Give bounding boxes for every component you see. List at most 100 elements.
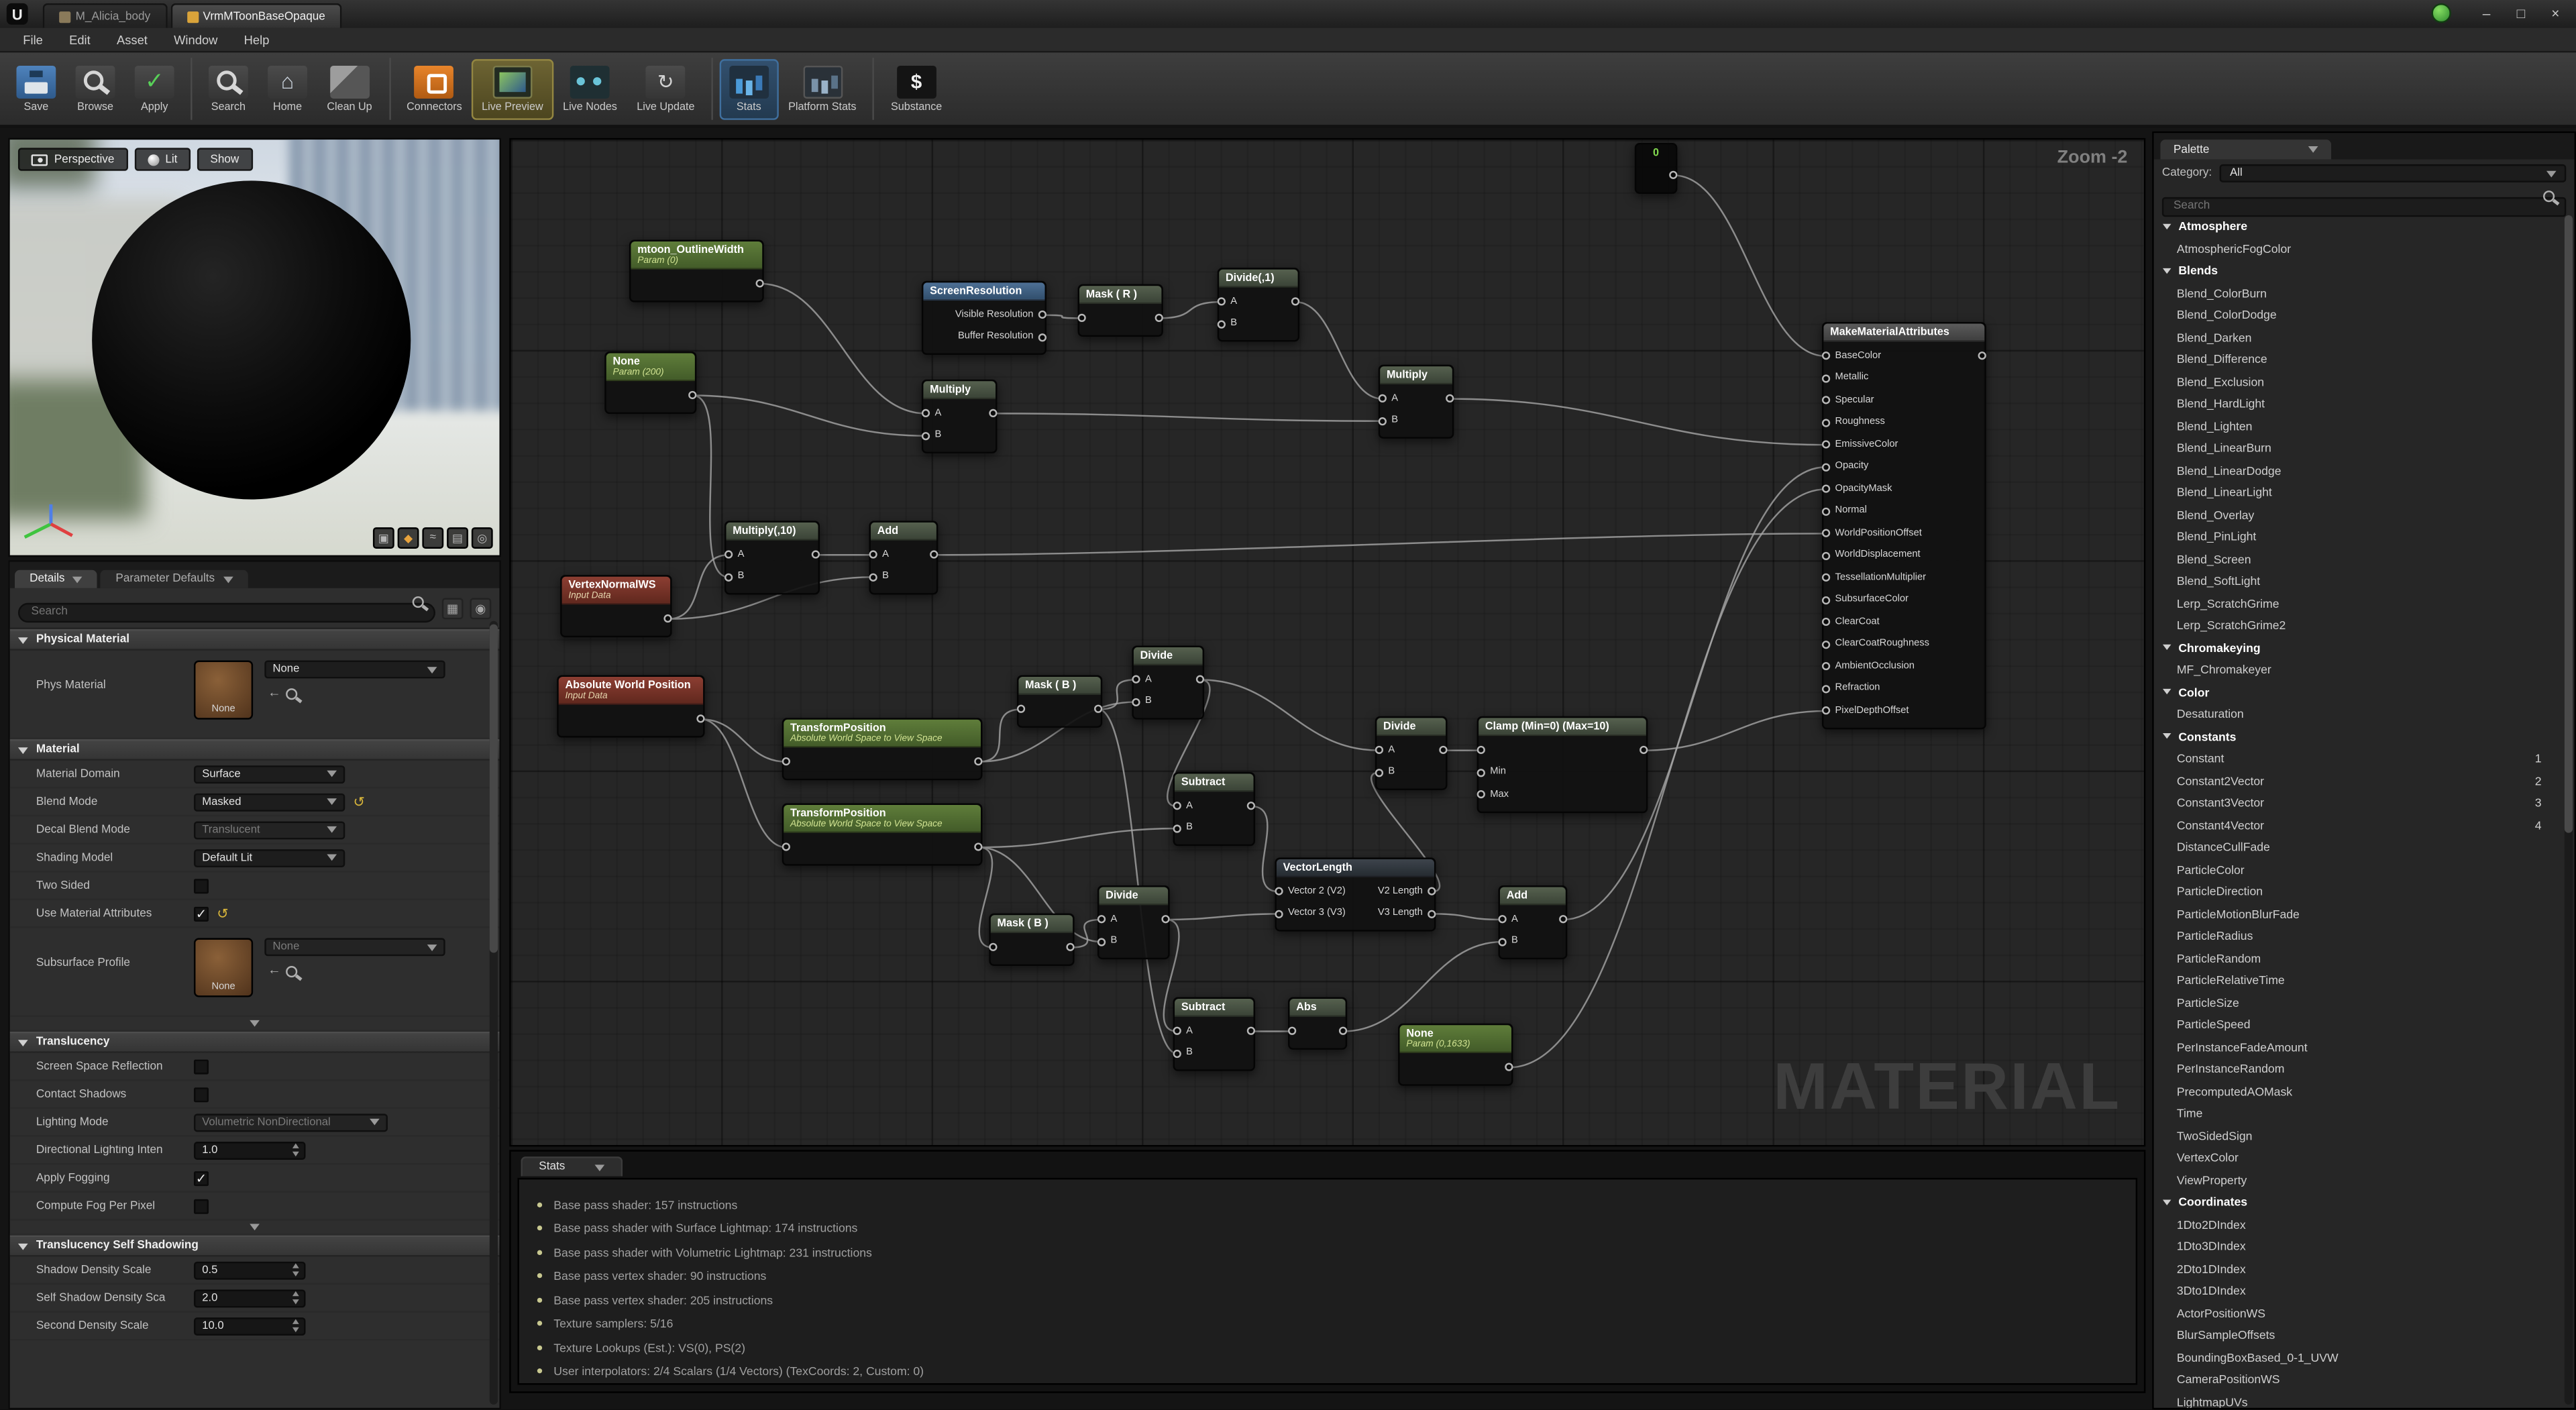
output-pin[interactable]: [1439, 746, 1447, 754]
input-pin[interactable]: [1822, 640, 1830, 648]
input-pin[interactable]: [724, 573, 733, 581]
input-pin[interactable]: [1132, 675, 1140, 684]
palette-item-precomputedaomask[interactable]: PrecomputedAOMask: [2157, 1080, 2561, 1102]
input-pin[interactable]: [1822, 419, 1830, 427]
node-abs[interactable]: Abs: [1288, 997, 1347, 1049]
palette-item-1dto2dindex[interactable]: 1Dto2DIndex: [2157, 1213, 2561, 1236]
reset-to-default-icon[interactable]: ↺: [354, 795, 365, 809]
palette-item-camerapositionws[interactable]: CameraPositionWS: [2157, 1368, 2561, 1391]
viewport-lit-button[interactable]: Lit: [134, 148, 191, 170]
palette-item-particlerandom[interactable]: ParticleRandom: [2157, 947, 2561, 969]
toolbar-live-update-button[interactable]: ↻Live Update: [627, 58, 705, 119]
input-pin[interactable]: [869, 551, 877, 559]
output-pin[interactable]: [1066, 943, 1074, 951]
toolbar-apply-button[interactable]: ✓Apply: [125, 58, 184, 119]
input-pin[interactable]: [1275, 910, 1283, 918]
node-screenresolution[interactable]: ScreenResolutionVisible ResolutionBuffer…: [922, 281, 1046, 355]
toolbar-connectors-button[interactable]: Connectors: [396, 58, 472, 119]
output-pin[interactable]: [1155, 314, 1163, 322]
section-physical-material[interactable]: Physical Material: [10, 629, 500, 651]
node-divide-1[interactable]: Divide(,1)AB: [1218, 268, 1299, 341]
preview-viewport[interactable]: PerspectiveLitShow ▣◆≈▤◎: [8, 138, 501, 557]
graph-canvas[interactable]: MATERIAL 0mtoon_OutlineWidthParam (0)Non…: [509, 138, 2145, 1147]
toolbar-stats-button[interactable]: Stats: [719, 58, 778, 119]
input-pin[interactable]: [1822, 707, 1830, 715]
two-sided-checkbox[interactable]: [194, 878, 209, 893]
output-pin[interactable]: [1247, 802, 1255, 810]
palette-group-atmosphere[interactable]: Atmosphere: [2157, 215, 2561, 237]
input-pin[interactable]: [1498, 916, 1506, 924]
input-pin[interactable]: [1822, 529, 1830, 537]
view-options-icon[interactable]: ◉: [470, 597, 491, 618]
contact-shadows-checkbox[interactable]: [194, 1087, 209, 1101]
close-button[interactable]: ×: [2538, 0, 2573, 26]
section-translucency[interactable]: Translucency: [10, 1032, 500, 1053]
output-pin[interactable]: [1505, 1063, 1513, 1071]
input-pin[interactable]: [1822, 352, 1830, 360]
output-pin[interactable]: [812, 551, 820, 559]
advanced-expander[interactable]: [10, 1017, 500, 1032]
input-pin[interactable]: [1477, 769, 1485, 777]
input-pin[interactable]: [1822, 507, 1830, 515]
output-pin[interactable]: [688, 391, 696, 399]
palette-item-blend-exclusion[interactable]: Blend_Exclusion: [2157, 370, 2561, 392]
node-multiply-10[interactable]: Multiply(,10)AB: [724, 521, 820, 594]
node-none[interactable]: NoneParam (0,1633): [1398, 1024, 1513, 1085]
spinner-icon[interactable]: [292, 1144, 304, 1156]
browse-asset-icon[interactable]: [286, 966, 301, 981]
section-translucency-self-shadowing[interactable]: Translucency Self Shadowing: [10, 1236, 500, 1257]
node-divide[interactable]: DivideAB: [1132, 645, 1204, 719]
input-pin[interactable]: [1822, 396, 1830, 404]
input-pin[interactable]: [1379, 394, 1387, 402]
input-pin[interactable]: [1173, 1049, 1181, 1057]
node-transformposition[interactable]: TransformPositionAbsolute World Space to…: [782, 804, 983, 865]
palette-item-atmosphericfogcolor[interactable]: AtmosphericFogColor: [2157, 237, 2561, 260]
viewport-show-button[interactable]: Show: [197, 148, 252, 170]
input-pin[interactable]: [1097, 916, 1106, 924]
input-pin[interactable]: [1218, 320, 1226, 328]
output-pin[interactable]: [989, 409, 997, 417]
node-vectorlength[interactable]: VectorLengthVector 2 (V2)V2 LengthVector…: [1275, 857, 1436, 931]
toolbar-live-nodes-button[interactable]: Live Nodes: [553, 58, 627, 119]
viewport-tool-5[interactable]: ◎: [472, 527, 493, 549]
spinner-icon[interactable]: [292, 1319, 304, 1332]
palette-item-blend-linearburn[interactable]: Blend_LinearBurn: [2157, 437, 2561, 459]
input-pin[interactable]: [1375, 746, 1383, 754]
use-selected-icon[interactable]: ←: [268, 686, 281, 699]
node-subtract[interactable]: SubtractAB: [1173, 997, 1255, 1071]
palette-item-twosidedsign[interactable]: TwoSidedSign: [2157, 1124, 2561, 1146]
input-pin[interactable]: [1218, 298, 1226, 306]
palette-search-input[interactable]: [2162, 197, 2566, 216]
toolbar-substance-button[interactable]: $Substance: [881, 58, 952, 119]
input-pin[interactable]: [922, 431, 930, 439]
palette-item-particlerelativetime[interactable]: ParticleRelativeTime: [2157, 969, 2561, 991]
palette-group-constants[interactable]: Constants: [2157, 725, 2561, 747]
input-pin[interactable]: [989, 943, 997, 951]
subsurface-profile-thumbnail[interactable]: None: [194, 938, 253, 997]
input-pin[interactable]: [1078, 314, 1086, 322]
section-material[interactable]: Material: [10, 739, 500, 761]
input-pin[interactable]: [1822, 663, 1830, 671]
toolbar-platform-stats-button[interactable]: Platform Stats: [778, 58, 866, 119]
output-pin[interactable]: [696, 715, 704, 723]
input-pin[interactable]: [1498, 938, 1506, 946]
output-pin[interactable]: [1428, 887, 1436, 896]
input-pin[interactable]: [724, 551, 733, 559]
input-pin[interactable]: [782, 843, 790, 851]
apply-fogging-checkbox[interactable]: ✓: [194, 1171, 209, 1185]
palette-item-particlespeed[interactable]: ParticleSpeed: [2157, 1014, 2561, 1036]
node-multiply[interactable]: MultiplyAB: [922, 380, 998, 453]
viewport-perspective-button[interactable]: Perspective: [18, 148, 127, 170]
viewport-tool-4[interactable]: ▤: [447, 527, 468, 549]
node-clamp-min-0-max-10[interactable]: Clamp (Min=0) (Max=10)MinMax: [1477, 716, 1648, 812]
input-pin[interactable]: [1275, 887, 1283, 896]
preview-sphere[interactable]: [92, 180, 411, 499]
palette-item-blend-difference[interactable]: Blend_Difference: [2157, 348, 2561, 370]
node-divide[interactable]: DivideAB: [1375, 716, 1448, 790]
palette-item-blend-pinlight[interactable]: Blend_PinLight: [2157, 526, 2561, 548]
output-pin[interactable]: [756, 280, 764, 288]
input-pin[interactable]: [1822, 551, 1830, 559]
palette-item-blend-linearlight[interactable]: Blend_LinearLight: [2157, 482, 2561, 504]
input-pin[interactable]: [1379, 417, 1387, 425]
input-pin[interactable]: [1822, 574, 1830, 582]
